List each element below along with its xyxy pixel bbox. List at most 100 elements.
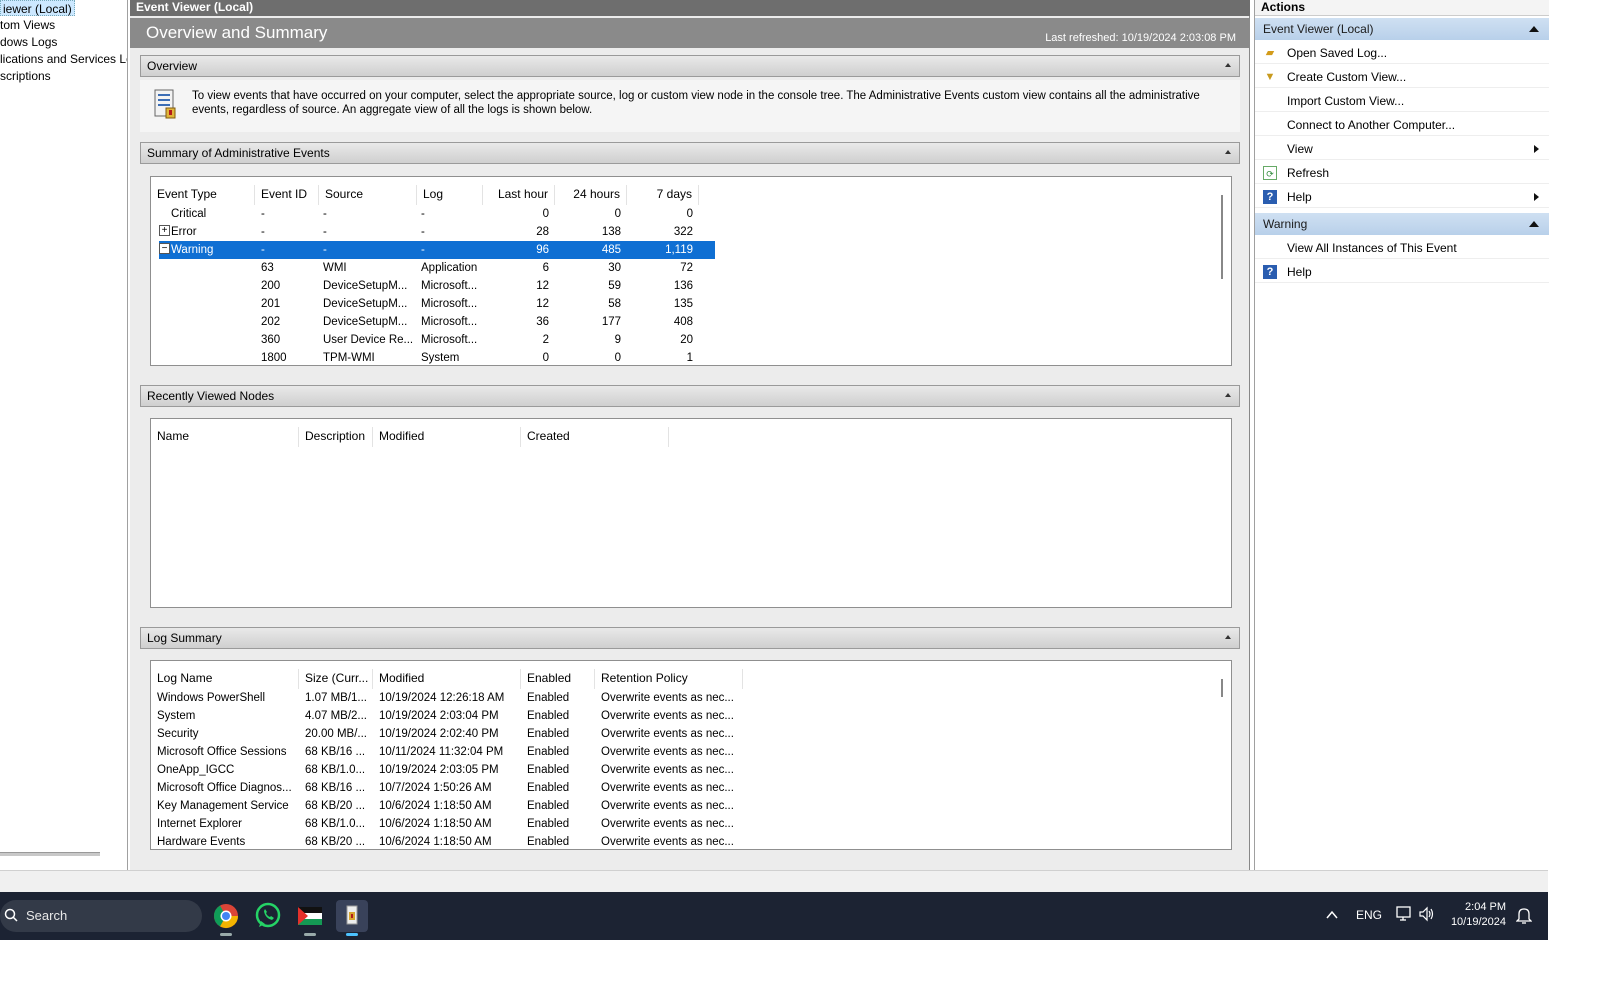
logsum-cell-size[interactable]: 68 KB/1.0... [305, 815, 373, 833]
col-log-modified[interactable]: Modified [373, 669, 521, 689]
summary-cell-log[interactable]: System [421, 349, 483, 365]
logsum-cell-name[interactable]: Windows PowerShell [157, 689, 299, 707]
summary-cell-id[interactable]: - [261, 223, 319, 241]
col-log-name[interactable]: Log Name [151, 669, 299, 689]
col-source[interactable]: Source [319, 185, 417, 205]
col-enabled[interactable]: Enabled [521, 669, 595, 689]
summary-cell-type[interactable] [171, 259, 255, 277]
summary-cell-h[interactable]: 0 [483, 349, 555, 365]
summary-cell-w[interactable]: 322 [627, 223, 699, 241]
summary-cell-log[interactable]: - [421, 223, 483, 241]
logsum-cell-en[interactable]: Enabled [527, 779, 595, 797]
logsum-cell-ret[interactable]: Overwrite events as nec... [601, 833, 743, 849]
whatsapp-icon[interactable] [252, 900, 284, 932]
logsum-cell-mod[interactable]: 10/19/2024 2:03:04 PM [379, 707, 521, 725]
tree-node-custom-views[interactable]: tom Views [0, 17, 55, 33]
summary-cell-id[interactable]: 1800 [261, 349, 319, 365]
logsum-cell-name[interactable]: Microsoft Office Diagnos... [157, 779, 299, 797]
action-view[interactable]: View [1255, 138, 1549, 160]
logsum-cell-size[interactable]: 68 KB/16 ... [305, 779, 373, 797]
logsum-cell-mod[interactable]: 10/6/2024 1:18:50 AM [379, 815, 521, 833]
action-view-all-instances[interactable]: View All Instances of This Event [1255, 237, 1549, 259]
logsum-cell-mod[interactable]: 10/11/2024 11:32:04 PM [379, 743, 521, 761]
logsum-cell-name[interactable]: Key Management Service [157, 797, 299, 815]
tree-horizontal-scrollbar[interactable] [0, 852, 100, 856]
summary-cell-source[interactable]: User Device Re... [323, 331, 417, 349]
summary-cell-type[interactable] [171, 313, 255, 331]
logsum-cell-ret[interactable]: Overwrite events as nec... [601, 761, 743, 779]
summary-cell-w[interactable]: 136 [627, 277, 699, 295]
logsum-cell-mod[interactable]: 10/7/2024 1:50:26 AM [379, 779, 521, 797]
logsum-cell-size[interactable]: 68 KB/16 ... [305, 743, 373, 761]
action-help[interactable]: ? Help [1255, 186, 1549, 208]
logsum-cell-name[interactable]: Security [157, 725, 299, 743]
summary-cell-source[interactable]: - [323, 223, 417, 241]
summary-cell-h[interactable]: 96 [483, 241, 555, 259]
logsum-cell-mod[interactable]: 10/6/2024 1:18:50 AM [379, 833, 521, 849]
logsum-cell-ret[interactable]: Overwrite events as nec... [601, 743, 743, 761]
summary-cell-type[interactable]: Warning [171, 241, 255, 259]
summary-cell-w[interactable]: 0 [627, 205, 699, 223]
logsum-cell-ret[interactable]: Overwrite events as nec... [601, 689, 743, 707]
logsum-cell-ret[interactable]: Overwrite events as nec... [601, 779, 743, 797]
summary-cell-id[interactable]: 201 [261, 295, 319, 313]
summary-cell-h[interactable]: 28 [483, 223, 555, 241]
logsum-cell-en[interactable]: Enabled [527, 833, 595, 849]
summary-cell-id[interactable]: 202 [261, 313, 319, 331]
col-modified[interactable]: Modified [373, 427, 521, 447]
summary-cell-w[interactable]: 72 [627, 259, 699, 277]
col-7-days[interactable]: 7 days [627, 185, 699, 205]
logsum-cell-name[interactable]: System [157, 707, 299, 725]
tree-node-event-viewer[interactable]: iewer (Local) [0, 0, 75, 16]
action-create-custom-view[interactable]: ▼ Create Custom View... [1255, 66, 1549, 88]
summary-cell-w[interactable]: 1,119 [627, 241, 699, 259]
summary-vertical-scrollbar[interactable] [1221, 195, 1223, 279]
summary-cell-d[interactable]: 30 [555, 259, 627, 277]
logsum-cell-size[interactable]: 20.00 MB/... [305, 725, 373, 743]
summary-cell-h[interactable]: 36 [483, 313, 555, 331]
expand-plus-icon[interactable]: + [159, 225, 170, 236]
col-event-type[interactable]: Event Type [151, 185, 255, 205]
logsum-cell-ret[interactable]: Overwrite events as nec... [601, 707, 743, 725]
summary-cell-id[interactable]: - [261, 205, 319, 223]
summary-cell-h[interactable]: 12 [483, 277, 555, 295]
logsum-cell-ret[interactable]: Overwrite events as nec... [601, 815, 743, 833]
chrome-icon[interactable] [210, 900, 242, 936]
console-tree[interactable]: iewer (Local) tom Views dows Logs licati… [0, 0, 128, 870]
col-last-hour[interactable]: Last hour [483, 185, 555, 205]
summary-cell-d[interactable]: 177 [555, 313, 627, 331]
summary-cell-h[interactable]: 2 [483, 331, 555, 349]
action-refresh[interactable]: ⟳ Refresh [1255, 162, 1549, 184]
chevron-up-icon[interactable] [1326, 910, 1338, 920]
col-24-hours[interactable]: 24 hours [555, 185, 627, 205]
col-description[interactable]: Description [299, 427, 373, 447]
collapse-arrow-icon[interactable] [1225, 63, 1231, 67]
summary-cell-log[interactable]: - [421, 205, 483, 223]
summary-cell-d[interactable]: 9 [555, 331, 627, 349]
summary-cell-h[interactable]: 6 [483, 259, 555, 277]
logsum-cell-size[interactable]: 1.07 MB/1... [305, 689, 373, 707]
logsum-cell-en[interactable]: Enabled [527, 743, 595, 761]
summary-cell-type[interactable] [171, 295, 255, 313]
logsum-cell-mod[interactable]: 10/19/2024 2:02:40 PM [379, 725, 521, 743]
summary-cell-h[interactable]: 12 [483, 295, 555, 313]
summary-cell-log[interactable]: Microsoft... [421, 295, 483, 313]
tree-node-subscriptions[interactable]: scriptions [0, 68, 51, 84]
summary-cell-id[interactable]: 200 [261, 277, 319, 295]
summary-cell-d[interactable]: 58 [555, 295, 627, 313]
logsum-cell-size[interactable]: 68 KB/20 ... [305, 797, 373, 815]
logsum-cell-en[interactable]: Enabled [527, 689, 595, 707]
summary-cell-source[interactable]: DeviceSetupM... [323, 295, 417, 313]
logsum-cell-en[interactable]: Enabled [527, 815, 595, 833]
summary-cell-w[interactable]: 20 [627, 331, 699, 349]
logsum-cell-name[interactable]: Hardware Events [157, 833, 299, 849]
recent-grid[interactable]: Name Description Modified Created [150, 418, 1232, 608]
summary-cell-type[interactable] [171, 277, 255, 295]
summary-cell-d[interactable]: 0 [555, 205, 627, 223]
summary-cell-d[interactable]: 0 [555, 349, 627, 365]
summary-cell-w[interactable]: 1 [627, 349, 699, 365]
col-event-id[interactable]: Event ID [255, 185, 319, 205]
summary-cell-type[interactable]: Critical [171, 205, 255, 223]
summary-cell-log[interactable]: - [421, 241, 483, 259]
collapse-arrow-icon[interactable] [1225, 150, 1231, 154]
